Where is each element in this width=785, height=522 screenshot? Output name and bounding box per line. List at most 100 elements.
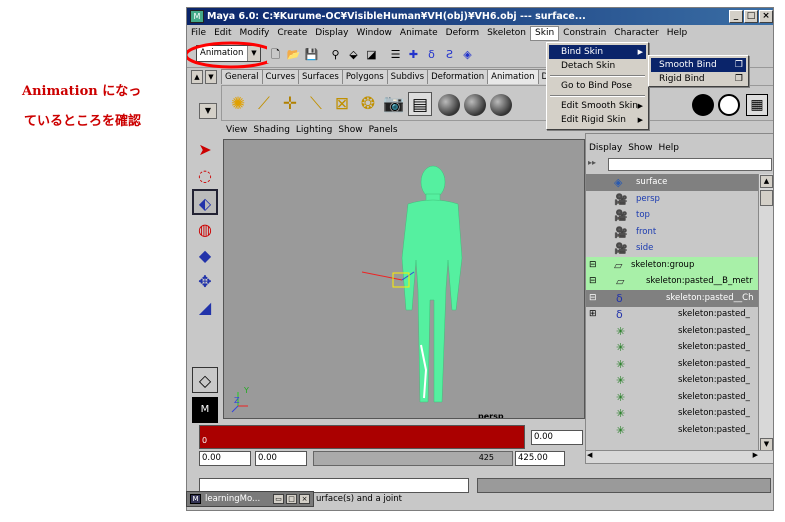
menu-animate[interactable]: Animate	[396, 26, 442, 41]
viewport-menu-panels[interactable]: Panels	[366, 123, 401, 138]
menu-display[interactable]: Display	[311, 26, 352, 41]
snap-surface-icon[interactable]: ◈	[459, 46, 476, 63]
minimize-button[interactable]: _	[729, 10, 743, 23]
outliner-row[interactable]: ⊟ ▱ skeleton:pasted__B_metr	[586, 273, 758, 290]
tab-animation[interactable]: Animation	[487, 69, 539, 84]
outliner-row[interactable]: ⊟ ▱ skeleton:group	[586, 256, 758, 274]
outliner-row[interactable]: ◈ surface	[586, 174, 758, 191]
outliner-menu-show[interactable]: Show	[625, 141, 655, 156]
select-tool-icon[interactable]: ➤	[192, 137, 218, 163]
outliner-row[interactable]: ✳ skeleton:pasted_	[586, 356, 758, 373]
restore-icon[interactable]: ▭	[273, 494, 284, 504]
option-box-icon[interactable]: ❐	[735, 72, 743, 86]
snap-curve-icon[interactable]: ẟ	[423, 46, 440, 63]
menu-item-smooth-bind[interactable]: Smooth Bind ❐	[651, 58, 746, 72]
scroll-up-icon[interactable]: ▲	[760, 175, 773, 188]
save-scene-icon[interactable]: 💾	[303, 46, 320, 63]
time-slider[interactable]: 0	[199, 425, 525, 449]
white-swatch-icon[interactable]	[718, 94, 740, 116]
menu-item-rigid-bind[interactable]: Rigid Bind ❐	[651, 72, 746, 86]
expand-icon[interactable]: ⊞	[589, 306, 597, 323]
select-object-icon[interactable]: ⬙	[345, 46, 362, 63]
camera-shelf-icon[interactable]: 📷	[382, 92, 406, 116]
shelf-scroll-left-icon[interactable]: ▲	[191, 70, 203, 84]
snap-view-icon[interactable]: Ƨ	[441, 46, 458, 63]
range-slider[interactable]: 425	[313, 451, 513, 466]
scroll-left-icon[interactable]: ◀	[587, 451, 592, 459]
scroll-thumb[interactable]	[760, 190, 773, 206]
outliner-row[interactable]: ✳ skeleton:pasted_	[586, 422, 758, 439]
start-time-field[interactable]: 0.00	[199, 451, 251, 466]
maximize-button[interactable]: □	[744, 10, 758, 23]
new-scene-icon[interactable]: 🗋	[267, 46, 284, 63]
option-box-icon[interactable]: ❐	[735, 58, 743, 72]
outliner-row[interactable]: ⊞ ẟ skeleton:pasted_	[586, 306, 758, 323]
single-view-layout-icon[interactable]: ◇	[192, 367, 218, 393]
spot-light-icon[interactable]: ⟋	[252, 92, 276, 116]
perspective-viewport[interactable]: Y Z persp	[223, 139, 585, 419]
tab-surfaces[interactable]: Surfaces	[298, 69, 343, 84]
close-button[interactable]: ×	[759, 10, 773, 23]
hypershade-icon[interactable]: ▦	[746, 94, 768, 116]
outliner-row[interactable]: 🎥 side	[586, 240, 758, 257]
outliner-row[interactable]: ✳ skeleton:pasted_	[586, 372, 758, 389]
shelf-scroll-right-icon[interactable]: ▼	[205, 70, 217, 84]
outliner-row[interactable]: ✳ skeleton:pasted_	[586, 389, 758, 406]
move-tool-icon[interactable]: ⬖	[192, 189, 218, 215]
outliner-menu-display[interactable]: Display	[586, 141, 625, 156]
menu-deform[interactable]: Deform	[442, 26, 483, 41]
menu-item-go-to-bind-pose[interactable]: Go to Bind Pose	[549, 79, 646, 93]
lasso-tool-icon[interactable]: ◌	[192, 163, 218, 189]
close-icon[interactable]: ×	[299, 494, 310, 504]
maximize-icon[interactable]: □	[286, 494, 297, 504]
tab-general[interactable]: General	[221, 69, 263, 84]
minimized-learning-movies-window[interactable]: M learningMo... ▭ □ ×	[186, 491, 314, 507]
soft-mod-tool-icon[interactable]: ◢	[192, 295, 218, 321]
tab-curves[interactable]: Curves	[261, 69, 300, 84]
material-sphere-icon[interactable]	[438, 94, 460, 116]
viewport-menu-lighting[interactable]: Lighting	[293, 123, 335, 138]
filter-arrows-icon[interactable]: ▸▸	[588, 158, 596, 167]
black-swatch-icon[interactable]	[692, 94, 714, 116]
select-hierarchy-icon[interactable]: ⚲	[327, 46, 344, 63]
outliner-horizontal-scrollbar[interactable]: ◀ ▶	[586, 450, 773, 463]
outliner-menu-help[interactable]: Help	[655, 141, 682, 156]
area-light-icon[interactable]: ⟍	[304, 92, 328, 116]
viewport-menu-show[interactable]: Show	[335, 123, 365, 138]
playback-start-field[interactable]: 0.00	[255, 451, 307, 466]
outliner-row[interactable]: ✳ skeleton:pasted_	[586, 339, 758, 356]
menu-edit[interactable]: Edit	[210, 26, 235, 41]
outliner-row[interactable]: ✳ skeleton:pasted_	[586, 323, 758, 340]
playback-end-field[interactable]: 425.00	[515, 451, 565, 466]
tab-polygons[interactable]: Polygons	[341, 69, 388, 84]
menu-item-edit-smooth-skin[interactable]: Edit Smooth Skin ▶	[549, 99, 646, 113]
scale-tool-icon[interactable]: ◆	[192, 243, 218, 269]
material-sphere-icon[interactable]	[464, 94, 486, 116]
rotate-tool-icon[interactable]: ◍	[192, 217, 218, 243]
menu-window[interactable]: Window	[352, 26, 396, 41]
outliner-row[interactable]: ⊟ ẟ skeleton:pasted__Ch	[586, 289, 758, 307]
outliner-row[interactable]: 🎥 front	[586, 224, 758, 241]
open-scene-icon[interactable]: 📂	[285, 46, 302, 63]
collapse-icon[interactable]: ⊟	[589, 290, 597, 307]
material-sphere-icon[interactable]	[490, 94, 512, 116]
menu-skeleton[interactable]: Skeleton	[483, 26, 530, 41]
menu-item-detach-skin[interactable]: Detach Skin	[549, 59, 646, 73]
scroll-right-icon[interactable]: ▶	[753, 451, 758, 459]
manipulator-tool-icon[interactable]: ✥	[192, 269, 218, 295]
viewport-menu-view[interactable]: View	[223, 123, 250, 138]
collapse-icon[interactable]: ⊟	[589, 257, 597, 274]
menu-character[interactable]: Character	[610, 26, 662, 41]
outliner-filter-input[interactable]	[608, 158, 772, 171]
menu-item-edit-rigid-skin[interactable]: Edit Rigid Skin ▶	[549, 113, 646, 127]
volume-light-icon[interactable]: ⊠	[330, 92, 354, 116]
render-view-icon[interactable]: ▤	[408, 92, 432, 116]
collapse-icon[interactable]: ⊟	[589, 273, 597, 290]
menu-constrain[interactable]: Constrain	[559, 26, 610, 41]
outliner-row[interactable]: ✳ skeleton:pasted_	[586, 405, 758, 422]
current-time-field[interactable]: 0.00	[531, 430, 583, 445]
point-light-icon[interactable]: ✛	[278, 92, 302, 116]
menu-modify[interactable]: Modify	[236, 26, 274, 41]
select-component-icon[interactable]: ◪	[363, 46, 380, 63]
snap-grid-icon[interactable]: ☰	[387, 46, 404, 63]
